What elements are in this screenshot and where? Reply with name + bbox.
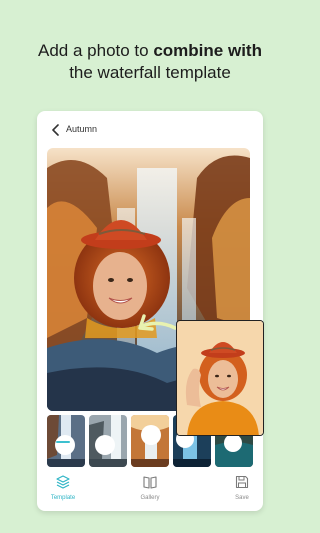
template-thumbnail[interactable] bbox=[131, 415, 169, 467]
phone-screen-card: Autumn Template Gallery Save bbox=[37, 111, 263, 511]
top-bar: Autumn bbox=[37, 111, 263, 149]
floppy-disk-icon bbox=[235, 475, 249, 489]
user-photo-preview bbox=[176, 320, 264, 436]
headline-text-pre: Add a photo to bbox=[38, 41, 154, 60]
nav-save-label: Save bbox=[235, 495, 249, 501]
layers-icon bbox=[56, 475, 70, 489]
template-thumbnail[interactable] bbox=[89, 415, 127, 467]
nav-template[interactable]: Template bbox=[38, 475, 88, 501]
headline-emphasis: combine with bbox=[153, 41, 262, 60]
nav-gallery[interactable]: Gallery bbox=[125, 475, 175, 501]
book-icon bbox=[143, 476, 157, 489]
nav-save[interactable]: Save bbox=[217, 475, 267, 501]
chevron-left-icon[interactable] bbox=[49, 122, 63, 138]
nav-template-label: Template bbox=[50, 495, 76, 501]
nav-gallery-label: Gallery bbox=[140, 495, 160, 501]
headline: Add a photo to combine with the waterfal… bbox=[0, 40, 300, 84]
screen-title: Autumn bbox=[66, 124, 98, 134]
bottom-navigation: Template Gallery Save bbox=[37, 475, 263, 511]
active-tab-indicator bbox=[56, 441, 70, 443]
headline-text-post: the waterfall template bbox=[69, 63, 231, 82]
